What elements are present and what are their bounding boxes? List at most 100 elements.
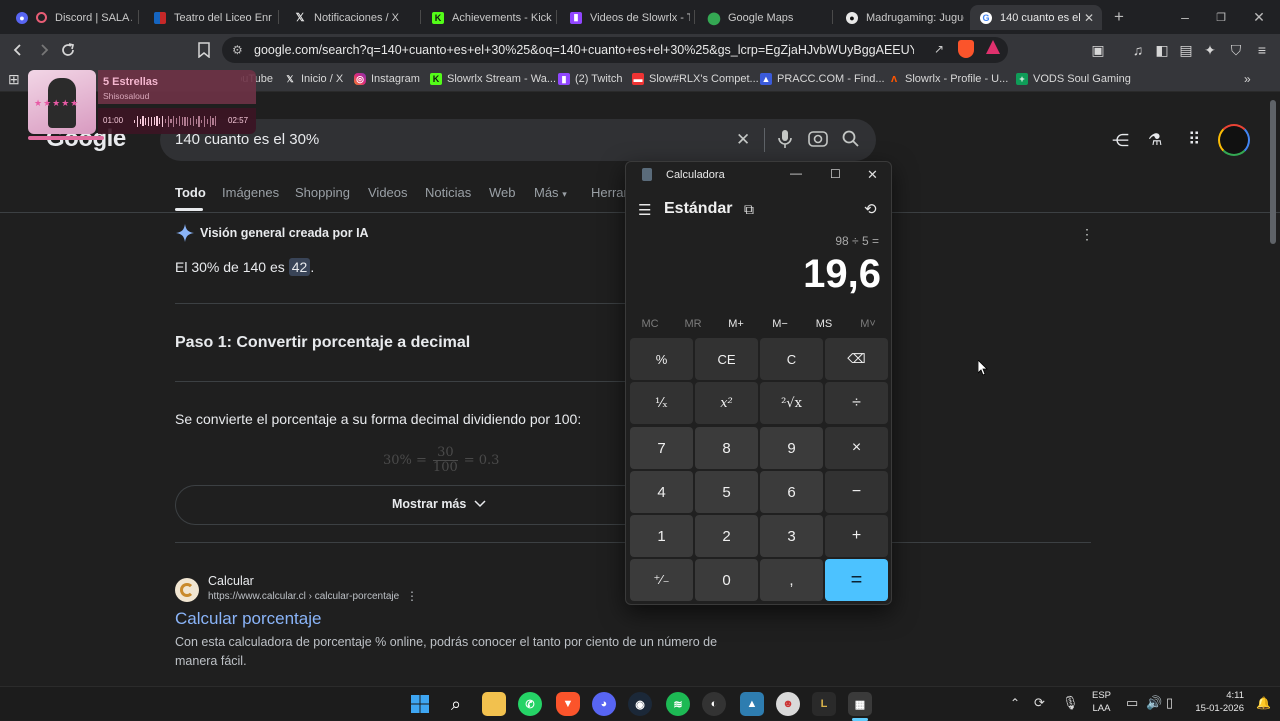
labs-icon[interactable]: ⚗: [1148, 130, 1162, 150]
close-tab-icon[interactable]: ✕: [1084, 11, 1094, 25]
waveform-progress[interactable]: [134, 115, 218, 127]
wallet-icon[interactable]: ▤: [1176, 40, 1196, 60]
league-icon[interactable]: L: [812, 692, 836, 716]
tab-google-maps[interactable]: ⬤ Google Maps: [698, 5, 828, 30]
photos-icon[interactable]: ▲: [740, 692, 764, 716]
tab-discord[interactable]: ● Discord | SALA AD: [6, 5, 132, 30]
brave-rewards-icon[interactable]: [986, 40, 1000, 54]
menu-icon[interactable]: ≡: [1252, 40, 1272, 60]
square-root-key[interactable]: ²√x: [760, 382, 823, 424]
battery-icon[interactable]: ▯: [1166, 695, 1173, 711]
clear-key[interactable]: C: [760, 338, 823, 380]
google-apps-icon[interactable]: ⠿: [1188, 130, 1200, 150]
digit-9-key[interactable]: 9: [760, 427, 823, 469]
close-window-button[interactable]: ✕: [1244, 6, 1274, 28]
reciprocal-key[interactable]: ¹⁄ₓ: [630, 382, 693, 424]
tab-teatro[interactable]: Teatro del Liceo Enriq: [144, 5, 272, 30]
progress-bar[interactable]: [28, 136, 104, 140]
keep-on-top-icon[interactable]: ⧉: [744, 201, 754, 218]
bookmark-faceit-profile[interactable]: ᴧ Slowrlx - Profile - U...: [888, 71, 1008, 87]
more-options-icon[interactable]: ⋮: [1080, 226, 1094, 243]
forward-button[interactable]: [34, 40, 54, 60]
square-key[interactable]: x²: [695, 382, 758, 424]
search-icon[interactable]: [842, 130, 860, 153]
decimal-key[interactable]: ,: [760, 559, 823, 601]
game-launcher-icon[interactable]: ◐: [702, 692, 726, 716]
tab-twitch[interactable]: ▮ Videos de Slowrlx - Tw: [560, 5, 690, 30]
bookmark-vods[interactable]: + VODS Soul Gaming: [1016, 71, 1131, 87]
close-button[interactable]: ✕: [867, 167, 878, 183]
leo-ai-icon[interactable]: ✦: [1200, 40, 1220, 60]
bookmark-star-icon[interactable]: [194, 40, 214, 60]
tab-github[interactable]: ● Madrugaming: Jugue: [836, 5, 964, 30]
steam-icon[interactable]: ◉: [628, 692, 652, 716]
clear-search-icon[interactable]: ✕: [736, 130, 750, 150]
result-site-name[interactable]: Calcular: [208, 574, 254, 588]
digit-0-key[interactable]: 0: [695, 559, 758, 601]
input-language[interactable]: ESP LAA: [1092, 689, 1111, 715]
file-explorer-icon[interactable]: [482, 692, 506, 716]
microphone-icon[interactable]: 🎙: [1062, 695, 1079, 711]
bookmark-instagram[interactable]: ◎ Instagram: [354, 71, 420, 87]
tab-kick[interactable]: K Achievements - Kick: [422, 5, 552, 30]
bookmarks-overflow-icon[interactable]: »: [1244, 71, 1251, 87]
result-options-icon[interactable]: ⋮: [406, 589, 418, 603]
memory-store-button[interactable]: MS: [804, 318, 844, 330]
clock[interactable]: 4:11 15-01-2026: [1188, 689, 1244, 715]
network-icon[interactable]: ▭: [1126, 695, 1138, 711]
site-info-icon[interactable]: ⚙: [232, 43, 243, 57]
tab-web[interactable]: Web: [489, 185, 516, 200]
app-icon[interactable]: ☻: [776, 692, 800, 716]
brave-shields-icon[interactable]: [958, 40, 974, 58]
tab-noticias[interactable]: Noticias: [425, 185, 471, 200]
tab-todo[interactable]: Todo: [175, 185, 206, 200]
digit-2-key[interactable]: 2: [695, 515, 758, 557]
minimize-window-button[interactable]: –: [1170, 6, 1200, 28]
percent-key[interactable]: %: [630, 338, 693, 380]
subtract-key[interactable]: −: [825, 471, 888, 513]
digit-5-key[interactable]: 5: [695, 471, 758, 513]
vpn-icon[interactable]: ⛉: [1226, 40, 1246, 60]
multiply-key[interactable]: ×: [825, 427, 888, 469]
media-icon[interactable]: ♫: [1128, 40, 1148, 60]
backspace-key[interactable]: ⌫: [825, 338, 888, 380]
tab-imagenes[interactable]: Imágenes: [222, 185, 279, 200]
digit-7-key[interactable]: 7: [630, 427, 693, 469]
digit-8-key[interactable]: 8: [695, 427, 758, 469]
calculator-taskbar-icon[interactable]: ▦: [848, 692, 872, 716]
bookmark-pracc[interactable]: ▲ PRACC.COM - Find...: [760, 71, 885, 87]
nav-menu-icon[interactable]: ☰: [638, 201, 651, 219]
volume-icon[interactable]: 🔊: [1146, 695, 1162, 711]
apps-grid-icon[interactable]: ⊞: [8, 71, 20, 87]
tab-shopping[interactable]: Shopping: [295, 185, 350, 200]
reload-button[interactable]: [58, 40, 78, 60]
digit-3-key[interactable]: 3: [760, 515, 823, 557]
address-bar[interactable]: ⚙ google.com/search?q=140+cuanto+es+el+3…: [222, 37, 1008, 63]
start-icon[interactable]: [408, 692, 432, 716]
memory-subtract-button[interactable]: M−: [760, 318, 800, 330]
bookmark-kick[interactable]: K Slowrlx Stream - Wa...: [430, 71, 556, 87]
sync-icon[interactable]: ⟳: [1034, 695, 1045, 711]
memory-recall-button[interactable]: MR: [673, 318, 713, 330]
back-button[interactable]: [8, 40, 28, 60]
spotify-icon[interactable]: ≋: [666, 692, 690, 716]
brave-icon[interactable]: ▼: [556, 692, 580, 716]
show-more-label[interactable]: Mostrar más: [392, 497, 486, 511]
voice-search-icon[interactable]: [778, 129, 792, 154]
memory-add-button[interactable]: M+: [716, 318, 756, 330]
share-icon[interactable]: ↗: [934, 42, 944, 56]
clear-entry-key[interactable]: CE: [695, 338, 758, 380]
sidebar-panel-icon[interactable]: ▣: [1088, 40, 1108, 60]
restore-window-button[interactable]: ❐: [1206, 6, 1236, 28]
bookmark-twitch[interactable]: ▮ (2) Twitch: [558, 71, 622, 87]
memory-clear-button[interactable]: MC: [630, 318, 670, 330]
digit-6-key[interactable]: 6: [760, 471, 823, 513]
tab-google-search[interactable]: G 140 cuanto es el ✕: [970, 5, 1102, 30]
taskbar-search-icon[interactable]: ⌕: [444, 692, 468, 716]
tab-x-notifications[interactable]: 𝕏 Notificaciones / X: [284, 5, 414, 30]
history-icon[interactable]: ⟲: [864, 200, 877, 218]
sidebar-toggle-icon[interactable]: ◧: [1152, 40, 1172, 60]
tab-mas[interactable]: Más ▾: [534, 185, 567, 200]
avatar[interactable]: [1218, 124, 1250, 156]
digit-4-key[interactable]: 4: [630, 471, 693, 513]
